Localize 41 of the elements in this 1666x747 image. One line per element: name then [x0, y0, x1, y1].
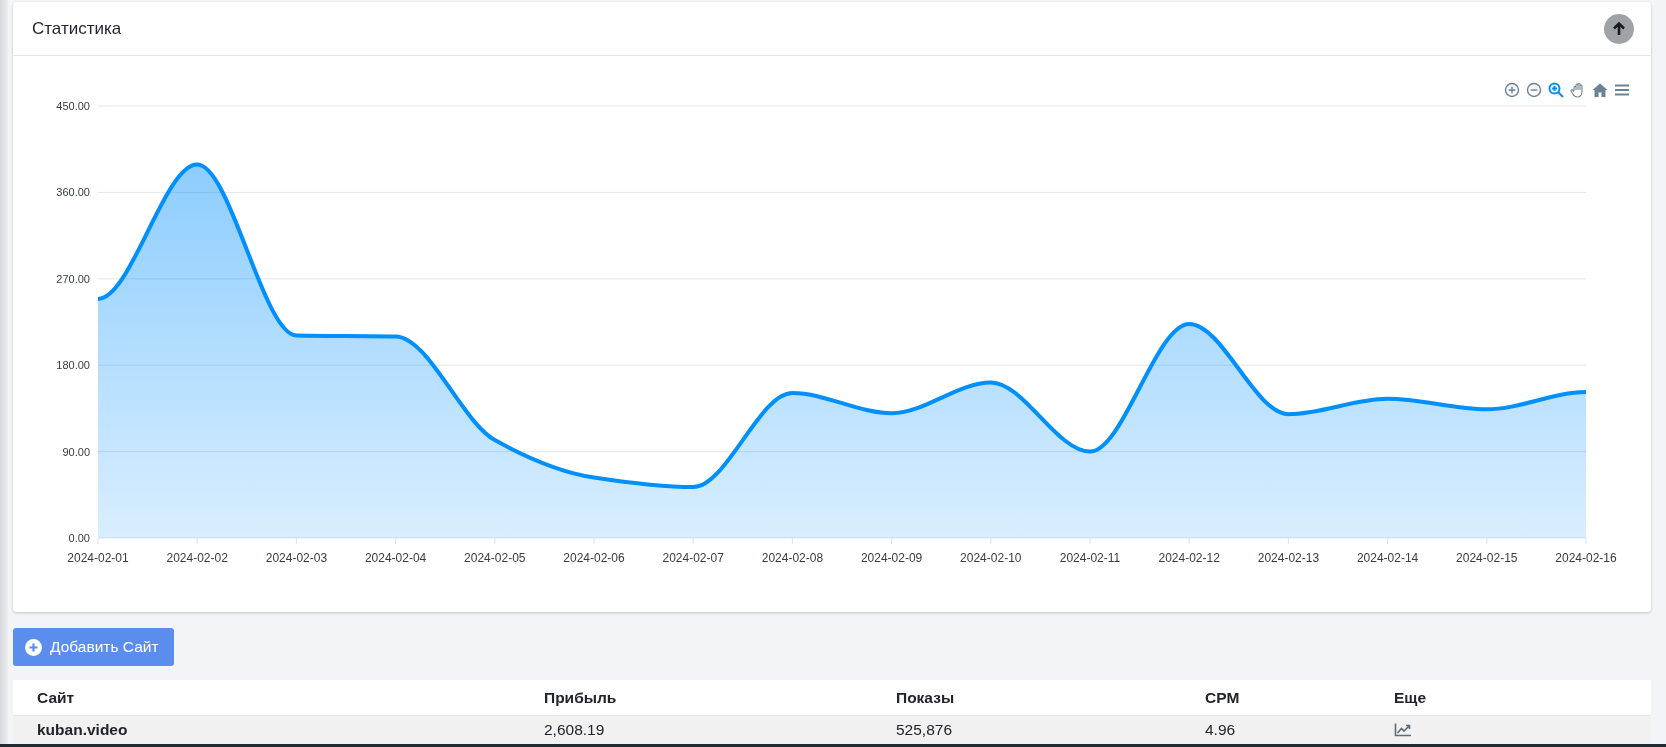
x-axis-label: 2024-02-14	[1356, 551, 1419, 565]
x-axis-label: 2024-02-03	[265, 551, 328, 565]
column-header: CPM	[1205, 688, 1241, 707]
table-cell-text: 4.96	[1205, 721, 1237, 739]
y-axis-label: 180.00	[56, 359, 90, 372]
zoom-out-icon[interactable]	[1525, 81, 1543, 99]
y-axis-label: 270.00	[56, 272, 90, 285]
y-axis-label: 450.00	[56, 100, 90, 112]
column-header: Еще	[1394, 688, 1428, 707]
x-axis-label: 2024-02-10	[960, 551, 1022, 565]
arrow-up-icon	[1611, 20, 1627, 37]
x-axis-label: 2024-02-11	[1059, 551, 1121, 565]
y-axis-label: 0.00	[68, 532, 90, 544]
collapse-button[interactable]	[1604, 13, 1634, 44]
x-axis-label: 2024-02-01	[67, 551, 129, 565]
column-header: Сайт	[37, 688, 76, 707]
column-header: Показы	[896, 688, 956, 707]
x-axis-label: 2024-02-15	[1456, 551, 1518, 565]
table-cell-text: 525,876	[896, 721, 954, 739]
line-chart-icon[interactable]	[1394, 723, 1412, 737]
search-icon[interactable]	[1547, 81, 1565, 99]
x-axis-label: 2024-02-13	[1257, 551, 1320, 565]
x-axis-label: 2024-02-05	[464, 551, 526, 565]
x-axis-label: 2024-02-12	[1158, 551, 1220, 565]
card-title: Статистика	[32, 18, 122, 39]
table-cell-text: 2,608.19	[544, 721, 606, 739]
y-axis-label: 90.00	[62, 445, 90, 458]
x-axis-label: 2024-02-04	[364, 551, 427, 565]
x-axis-label: 2024-02-08	[761, 551, 824, 565]
home-icon[interactable]	[1591, 81, 1609, 99]
x-axis-label: 2024-02-16	[1555, 551, 1617, 565]
add-site-button[interactable]: Добавить Сайт	[13, 628, 174, 666]
x-axis-label: 2024-02-02	[166, 551, 228, 565]
x-axis-label: 2024-02-06	[563, 551, 625, 565]
y-axis-label: 360.00	[56, 186, 90, 199]
plus-icon	[25, 638, 42, 656]
column-header: Прибыль	[544, 688, 618, 707]
x-axis-label: 2024-02-09	[860, 551, 923, 565]
table-cell-text: kuban.video	[37, 721, 129, 739]
x-axis-label: 2024-02-07	[662, 551, 724, 565]
zoom-in-icon[interactable]	[1503, 81, 1521, 99]
